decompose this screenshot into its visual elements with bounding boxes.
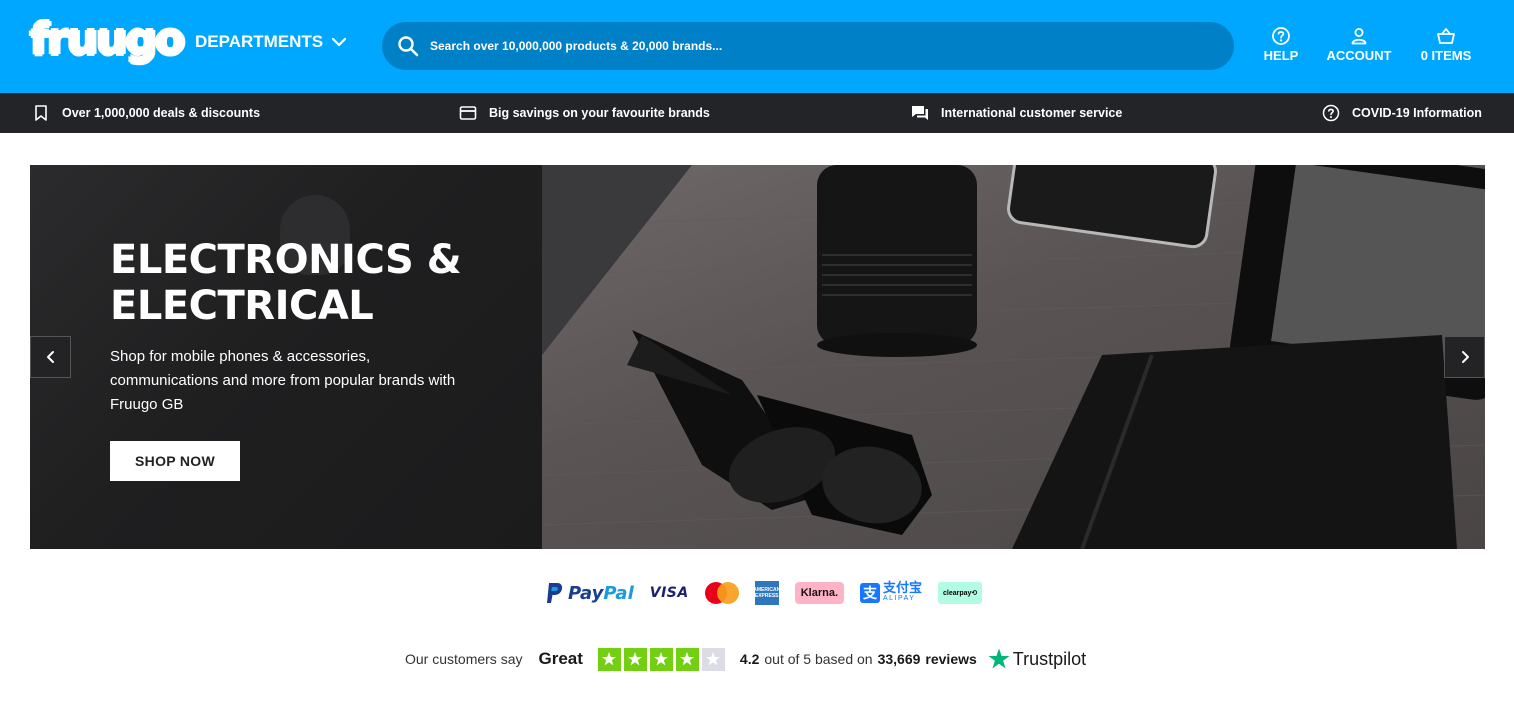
help-circle-icon <box>1322 104 1340 122</box>
hero-image <box>541 165 1485 549</box>
star-filled-icon <box>597 647 621 671</box>
trustpilot-brand: Trustpilot <box>1012 648 1087 669</box>
basket-button[interactable]: 0 ITEMS <box>1418 26 1474 63</box>
info-customer-service-label: International customer service <box>941 106 1123 120</box>
basket-icon <box>1437 28 1455 44</box>
trustpilot-logo[interactable]: Trustpilot <box>987 647 1086 671</box>
account-button[interactable]: ACCOUNT <box>1326 26 1392 63</box>
clearpay-logo: clearpay⟲ <box>938 582 983 604</box>
search-bar[interactable] <box>382 22 1234 70</box>
paypal-logo: PayPal <box>546 582 634 604</box>
info-covid[interactable]: COVID-19 Information <box>1322 93 1482 133</box>
basket-items-label: 0 ITEMS <box>1420 48 1472 63</box>
info-deals-label: Over 1,000,000 deals & discounts <box>62 106 261 120</box>
shop-now-button[interactable]: SHOP NOW <box>110 441 240 481</box>
hero-photo-illustration <box>541 165 1485 549</box>
star-filled-icon <box>649 647 673 671</box>
help-label: HELP <box>1263 48 1299 63</box>
alipay-icon: 支 <box>860 583 880 603</box>
star-empty-icon <box>701 647 725 671</box>
chevron-down-icon <box>332 37 347 47</box>
hero-description: Shop for mobile phones & accessories, co… <box>110 348 456 413</box>
payment-methods: PayPal VISA AMERICAN EXPRESS Klarna. 支 支… <box>546 578 983 608</box>
carousel-prev-button[interactable] <box>30 336 71 378</box>
logo-text: fruugo <box>30 14 185 65</box>
site-header: fruugo DEPARTMENTS HELP ACCOUNT 0 ITEMS <box>0 0 1514 93</box>
trustpilot-stars <box>597 647 725 671</box>
trustpilot-intro: Our customers say <box>405 651 523 667</box>
chevron-left-icon <box>46 351 54 363</box>
user-icon <box>1351 28 1367 45</box>
amex-logo: AMERICAN EXPRESS <box>753 581 780 605</box>
departments-label: DEPARTMENTS <box>195 32 324 51</box>
hero-banner: ELECTRONICS & ELECTRICAL Shop for mobile… <box>30 165 1485 549</box>
bookmark-icon <box>35 105 47 121</box>
info-bar: Over 1,000,000 deals & discounts Big sav… <box>0 93 1514 133</box>
departments-menu-button[interactable]: DEPARTMENTS <box>195 32 347 52</box>
klarna-logo: Klarna. <box>794 582 844 604</box>
search-input[interactable] <box>430 22 1210 70</box>
trustpilot-score: 4.2 <box>739 651 760 667</box>
search-icon[interactable] <box>396 34 420 58</box>
account-label: ACCOUNT <box>1326 48 1392 63</box>
chat-icon <box>912 106 928 120</box>
fruugo-logo[interactable]: fruugo <box>30 12 185 78</box>
hero-title: ELECTRONICS & ELECTRICAL <box>110 237 462 329</box>
chevron-right-icon <box>1461 351 1469 363</box>
alipay-logo: 支 支付宝 ALIPAY <box>860 580 923 604</box>
star-filled-icon <box>675 647 699 671</box>
help-button[interactable]: HELP <box>1264 26 1298 63</box>
trustpilot-review-count: 33,669 <box>877 651 921 667</box>
alipay-cn-text: 支付宝 <box>883 580 923 595</box>
alipay-en-text: ALIPAY <box>883 595 916 602</box>
info-savings-label: Big savings on your favourite brands <box>489 106 710 120</box>
help-circle-icon <box>1272 27 1290 45</box>
info-deals[interactable]: Over 1,000,000 deals & discounts <box>32 93 260 133</box>
trustpilot-rating-word: Great <box>538 649 583 668</box>
card-icon <box>459 106 477 120</box>
carousel-next-button[interactable] <box>1444 336 1485 378</box>
paypal-icon <box>547 583 563 603</box>
visa-logo: VISA <box>649 585 689 601</box>
paypal-text-a: Pay <box>568 582 604 604</box>
star-filled-icon <box>623 647 647 671</box>
trustpilot-out-of: out of 5 based on <box>764 651 873 667</box>
mastercard-logo <box>704 582 739 604</box>
trustpilot-reviews-word: reviews <box>925 651 977 667</box>
info-savings[interactable]: Big savings on your favourite brands <box>459 93 710 133</box>
trustpilot-widget[interactable]: Our customers say Great 4.2 out of 5 bas… <box>405 645 1086 673</box>
trustpilot-star-icon <box>988 648 1010 669</box>
info-customer-service[interactable]: International customer service <box>911 93 1122 133</box>
paypal-text-b: Pal <box>603 582 634 604</box>
info-covid-label: COVID-19 Information <box>1352 106 1482 120</box>
